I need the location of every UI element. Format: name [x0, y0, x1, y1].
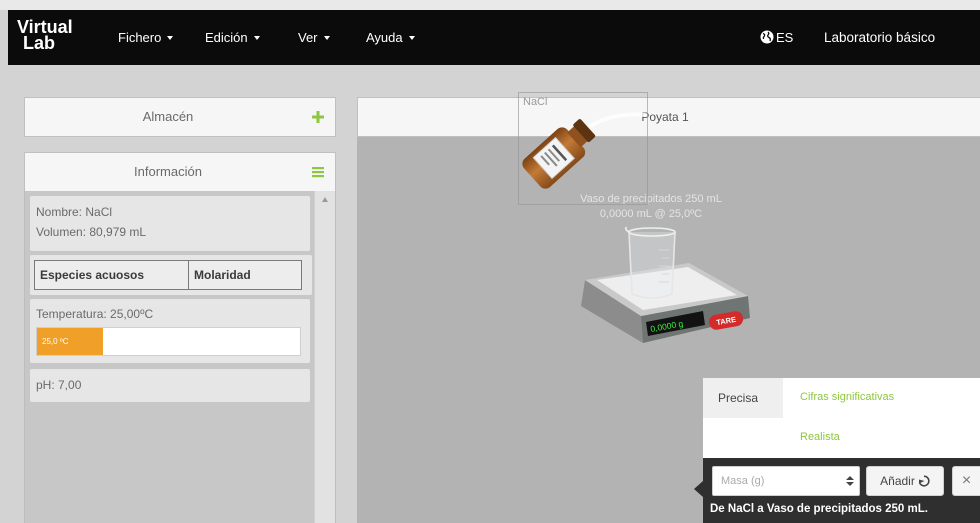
top-navbar: Virtual Lab Fichero Edición Ver Ayuda ES…: [8, 10, 980, 65]
beaker-glass: [628, 231, 676, 299]
mode-tab-precisa[interactable]: Precisa: [703, 378, 783, 418]
globe-icon: [760, 30, 774, 44]
caret-down-icon: [323, 35, 330, 40]
transfer-description: De NaCl a Vaso de precipitados 250 mL.: [710, 503, 928, 515]
info-title: Información: [134, 164, 202, 179]
info-panel-body: Nombre: NaCl Volumen: 80,979 mL Especies…: [24, 191, 336, 523]
species-column-header: Especies acuosos: [34, 260, 189, 290]
transfer-input-bar: Añadir × De NaCl a Vaso de precipitados …: [703, 458, 980, 523]
logo-line-2: Lab: [23, 33, 56, 53]
menu-ayuda[interactable]: Ayuda: [366, 29, 415, 47]
transfer-mode-panel: Precisa Cifras significativas Realista: [703, 378, 980, 458]
menu-label: Ayuda: [366, 30, 403, 45]
add-button[interactable]: Añadir: [866, 466, 944, 496]
beaker-250ml[interactable]: [625, 226, 676, 299]
add-button-label: Añadir: [880, 474, 915, 488]
store-panel-header[interactable]: Almacén: [24, 97, 336, 137]
menu-label: Ver: [298, 30, 318, 45]
menu-label: Fichero: [118, 30, 162, 45]
beaker-contents-label: 0,0000 mL @ 25,0ºC: [599, 208, 703, 220]
temperature-bar-fill: 25,0 ºC: [37, 328, 103, 355]
enter-icon: [918, 475, 930, 487]
menu-edicion[interactable]: Edición: [205, 29, 260, 47]
info-name: Nombre: NaCl: [36, 205, 113, 219]
info-volume: Volumen: 80,979 mL: [36, 225, 147, 239]
scroll-up-arrow-icon[interactable]: [322, 197, 328, 202]
info-name-volume-card: Nombre: NaCl Volumen: 80,979 mL: [30, 196, 310, 251]
ph-card: pH: 7,00: [30, 369, 310, 402]
language-label: ES: [776, 30, 794, 45]
close-button[interactable]: ×: [952, 466, 980, 496]
popup-pointer-arrow: [694, 481, 703, 497]
store-title: Almacén: [142, 109, 194, 124]
temperature-bar-label: 25,0 ºC: [42, 337, 69, 346]
mass-input[interactable]: [712, 466, 860, 496]
workbench-header: Poyata 1: [357, 97, 980, 137]
language-selector[interactable]: ES: [760, 29, 793, 47]
info-scrollbar[interactable]: [314, 191, 335, 523]
mode-tab-cifras-significativas[interactable]: Cifras significativas: [800, 378, 894, 418]
spinner-arrows-icon[interactable]: [846, 476, 854, 486]
temperature-card: Temperatura: 25,00ºC 25,0 ºC: [30, 299, 310, 363]
temperature-text: Temperatura: 25,00ºC: [36, 307, 154, 321]
caret-down-icon: [253, 35, 260, 40]
species-table-card: Especies acuosos Molaridad: [30, 255, 312, 295]
selected-item-label: NaCl: [523, 96, 548, 108]
workbench-title: Poyata 1: [641, 110, 689, 124]
lab-name-link[interactable]: Laboratorio básico: [824, 29, 935, 47]
menu-ver[interactable]: Ver: [298, 29, 330, 47]
menu-label: Edición: [205, 30, 248, 45]
window-top-strip: [0, 0, 980, 10]
info-panel-header[interactable]: Información: [24, 152, 336, 192]
caret-down-icon: [167, 35, 174, 40]
virtual-lab-logo[interactable]: Virtual Lab: [17, 18, 73, 53]
menu-fichero[interactable]: Fichero: [118, 29, 174, 47]
mode-tab-realista[interactable]: Realista: [800, 418, 840, 458]
molarity-column-header: Molaridad: [188, 260, 302, 290]
selected-item-box[interactable]: NaCl: [518, 92, 648, 205]
species-table-header-row: Especies acuosos Molaridad: [34, 260, 302, 290]
temperature-bar: 25,0 ºC: [36, 327, 301, 356]
species-table: Especies acuosos Molaridad: [34, 260, 302, 290]
menu-lines-icon[interactable]: [311, 165, 325, 179]
plus-icon[interactable]: [311, 110, 325, 124]
caret-down-icon: [408, 35, 415, 40]
